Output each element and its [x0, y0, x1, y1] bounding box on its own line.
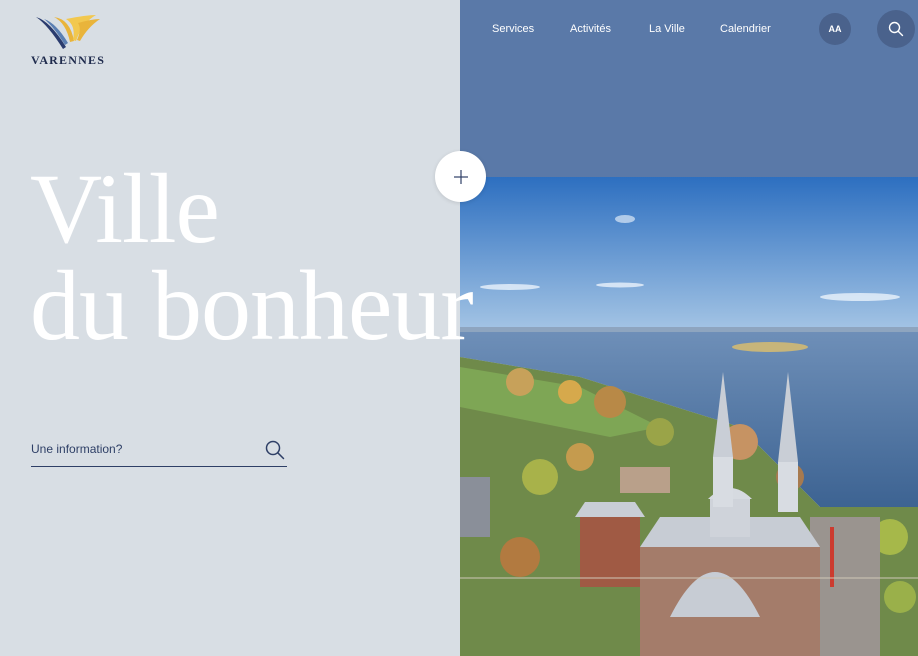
hero-title: Ville du bonheur [30, 153, 474, 361]
hero-title-line-1: Ville [30, 153, 220, 264]
text-size-label: AA [828, 24, 842, 34]
hero-title-line-2: du bonheur [30, 250, 474, 361]
expand-button[interactable] [435, 151, 486, 202]
brand-name: VARENNES [31, 53, 106, 67]
info-search-input[interactable] [31, 439, 251, 459]
nav-item-services[interactable]: Services [492, 23, 534, 35]
header-search-button[interactable] [877, 10, 915, 48]
text-size-button[interactable]: AA [819, 13, 851, 45]
nav-item-la-ville[interactable]: La Ville [649, 23, 685, 35]
hero-photo [460, 177, 918, 656]
info-search-field [31, 435, 287, 467]
nav-item-activites[interactable]: Activités [570, 23, 611, 35]
nav-item-calendrier[interactable]: Calendrier [720, 23, 771, 35]
plus-icon [453, 169, 468, 184]
search-icon [888, 21, 904, 37]
search-submit-icon[interactable] [265, 440, 285, 460]
